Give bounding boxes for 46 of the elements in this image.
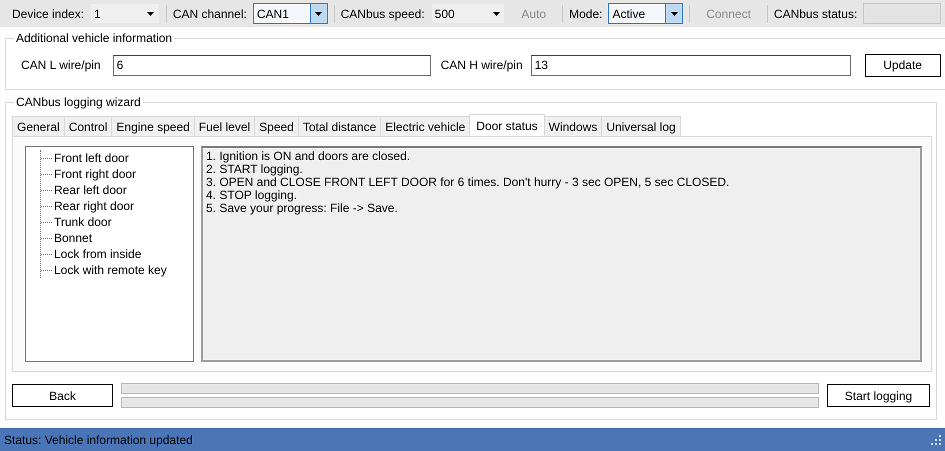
input-field[interactable]: 13 — [530, 54, 851, 76]
instruction-line: 1. Ignition is ON and doors are closed. — [206, 150, 412, 163]
tree-item[interactable]: Front left door — [54, 151, 129, 165]
tab[interactable]: Windows — [544, 116, 602, 136]
back-button[interactable]: Back — [12, 384, 113, 407]
tree-item[interactable]: Front right door — [54, 167, 136, 181]
resize-grip-icon — [931, 434, 941, 444]
toolbar-label: CANbus speed: — [340, 6, 425, 20]
tree-item[interactable]: Lock with remote key — [54, 263, 167, 277]
field-label: CAN L wire/pin — [21, 58, 101, 72]
caret-icon — [315, 12, 322, 16]
tree-item[interactable]: Bonnet — [54, 231, 92, 245]
tree-item[interactable]: Lock from inside — [54, 247, 142, 261]
tab[interactable]: Total distance — [298, 116, 382, 136]
start-logging-button[interactable]: Start logging — [827, 384, 930, 407]
dropdown[interactable]: Active — [608, 3, 684, 24]
status-text: Status: Vehicle information updated — [4, 432, 194, 446]
input-field[interactable]: 6 — [112, 54, 431, 76]
tab[interactable]: Engine speed — [111, 116, 195, 136]
instruction-line: 2. START logging. — [206, 163, 304, 176]
group-title: Additional vehicle information — [15, 31, 174, 45]
field-label: CAN H wire/pin — [440, 58, 523, 72]
update-button[interactable]: Update — [864, 54, 941, 76]
caret-icon — [147, 12, 154, 16]
instruction-line: 4. STOP logging. — [206, 189, 298, 202]
dropdown[interactable]: 1 — [90, 3, 160, 24]
caret-icon — [670, 12, 678, 16]
tree-item[interactable]: Rear left door — [54, 183, 127, 197]
dropdown[interactable]: 500 — [430, 3, 506, 24]
toolbar-label: Mode: — [569, 6, 602, 20]
tree-item[interactable]: Rear right door — [54, 199, 134, 213]
tab[interactable]: Fuel level — [194, 116, 256, 136]
tab[interactable]: Electric vehicle — [380, 116, 470, 136]
group-title: CANbus logging wizard — [15, 95, 142, 109]
instruction-line: 5. Save your progress: File -> Save. — [206, 202, 399, 215]
dropdown[interactable]: CAN1 — [252, 3, 328, 24]
toolbar-label: CAN channel: — [172, 6, 247, 20]
tab[interactable]: Universal log — [601, 116, 681, 136]
tab[interactable]: Speed — [254, 116, 299, 136]
toolbar-label: CANbus status: — [774, 6, 858, 20]
tab[interactable]: Control — [64, 116, 112, 136]
tab[interactable]: General — [12, 116, 65, 136]
toolbar-label: Device index: — [12, 6, 84, 20]
caret-icon — [492, 12, 500, 16]
instruction-line: 3. OPEN and CLOSE FRONT LEFT DOOR for 6 times. Don't hurry - 3 sec OPEN, 5 sec CLOSED. — [206, 176, 730, 189]
tree-item[interactable]: Trunk door — [54, 215, 112, 229]
